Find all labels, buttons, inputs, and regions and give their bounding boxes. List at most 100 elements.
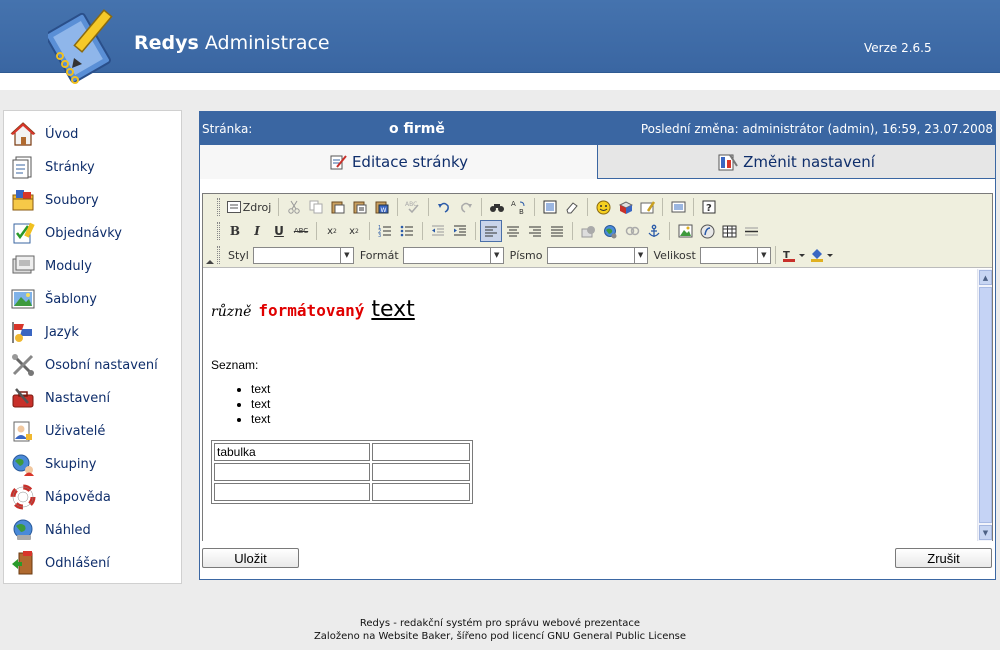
cut-icon[interactable]	[283, 196, 305, 218]
size-select[interactable]: ▼	[699, 246, 771, 264]
toolbar-separator	[397, 198, 398, 216]
about-help-icon[interactable]: ?	[698, 196, 720, 218]
link-icon[interactable]	[577, 220, 599, 242]
align-justify-icon[interactable]	[546, 220, 568, 242]
bullet-list: text text text	[251, 382, 270, 427]
toolbar-row-1: Zdroj W ABC AB ?	[217, 195, 720, 219]
toolbar-collapse-icon[interactable]	[206, 260, 214, 264]
toolbar-separator	[481, 198, 482, 216]
table-cell[interactable]: tabulka	[214, 443, 370, 461]
italic-button[interactable]: I	[246, 220, 268, 242]
list-item: text	[251, 397, 270, 412]
sidebar-item-objednavky[interactable]: Objednávky	[8, 217, 180, 249]
toolbar-row-2: B I U ABC x2 x2 123	[217, 219, 762, 243]
size-label: Velikost	[653, 248, 696, 262]
spellcheck-icon[interactable]: ABC	[402, 196, 424, 218]
remove-format-icon[interactable]	[561, 196, 583, 218]
style-select[interactable]: ▼	[252, 246, 354, 264]
scroll-down-icon[interactable]: ▼	[979, 525, 992, 540]
background-color-icon[interactable]	[808, 244, 836, 266]
tab-change-settings[interactable]: Změnit nastavení	[598, 145, 995, 179]
select-all-icon[interactable]	[539, 196, 561, 218]
sidebar-item-label: Skupiny	[45, 456, 97, 472]
outdent-icon[interactable]	[427, 220, 449, 242]
preview-page-icon[interactable]	[667, 196, 689, 218]
image-icon[interactable]	[674, 220, 696, 242]
table-cell[interactable]	[214, 463, 370, 481]
sidebar-item-skupiny[interactable]: Skupiny	[8, 448, 180, 480]
toolbar-separator	[669, 222, 670, 240]
anchor-icon[interactable]	[643, 220, 665, 242]
main-panel: Stránka: o firmě Poslední změna: adminis…	[199, 111, 996, 580]
table-cell[interactable]	[372, 463, 470, 481]
sidebar-item-osobni-nastaveni[interactable]: Osobní nastavení	[8, 349, 180, 381]
paste-text-icon[interactable]	[349, 196, 371, 218]
svg-text:W: W	[381, 207, 387, 214]
bulleted-list-icon[interactable]	[396, 220, 418, 242]
scroll-up-icon[interactable]: ▲	[979, 270, 992, 285]
sidebar-item-stranky[interactable]: Stránky	[8, 151, 180, 183]
sidebar-item-nastaveni[interactable]: Nastavení	[8, 382, 180, 414]
page-label: Stránka:	[202, 122, 253, 136]
table-cell[interactable]	[214, 483, 370, 501]
style-label: Styl	[228, 248, 249, 262]
svg-text:A: A	[511, 200, 516, 208]
smiley-icon[interactable]	[592, 196, 614, 218]
align-center-icon[interactable]	[502, 220, 524, 242]
save-button[interactable]: Uložit	[202, 548, 299, 568]
flash-icon[interactable]	[696, 220, 718, 242]
underline-button[interactable]: U	[268, 220, 290, 242]
redo-icon[interactable]	[455, 196, 477, 218]
content-table: tabulka	[211, 440, 473, 504]
bold-button[interactable]: B	[224, 220, 246, 242]
sidebar-item-moduly[interactable]: Moduly	[8, 250, 180, 282]
app-title-brand: Redys	[134, 32, 199, 54]
text-color-icon[interactable]: T	[780, 244, 808, 266]
sidebar-item-label: Odhlášení	[45, 555, 110, 571]
subscript-icon[interactable]: x2	[321, 220, 343, 242]
paste-word-icon[interactable]: W	[371, 196, 393, 218]
strikethrough-button[interactable]: ABC	[290, 220, 312, 242]
sidebar-item-nahled[interactable]: Náhled	[8, 514, 180, 546]
pages-icon	[8, 152, 38, 182]
formatted-word-italic: různě	[211, 304, 252, 320]
sidebar-item-uzivatele[interactable]: Uživatelé	[8, 415, 180, 447]
logout-icon	[8, 548, 38, 578]
table-cell[interactable]	[372, 443, 470, 461]
cancel-button[interactable]: Zrušit	[895, 548, 992, 568]
special-char-icon[interactable]	[614, 196, 636, 218]
unlink-icon[interactable]	[599, 220, 621, 242]
format-label: Formát	[359, 248, 399, 262]
align-right-icon[interactable]	[524, 220, 546, 242]
sidebar-item-odhlaseni[interactable]: Odhlášení	[8, 547, 180, 579]
horizontal-rule-icon[interactable]	[740, 220, 762, 242]
align-left-icon[interactable]	[480, 220, 502, 242]
sidebar-item-jazyk[interactable]: Jazyk	[8, 316, 180, 348]
replace-icon[interactable]: AB	[508, 196, 530, 218]
template-icon[interactable]	[636, 196, 658, 218]
copy-icon[interactable]	[305, 196, 327, 218]
toolbar-separator	[475, 222, 476, 240]
sidebar-item-soubory[interactable]: Soubory	[8, 184, 180, 216]
sidebar-item-uvod[interactable]: Úvod	[8, 118, 180, 150]
paste-icon[interactable]	[327, 196, 349, 218]
table-icon[interactable]	[718, 220, 740, 242]
numbered-list-icon[interactable]: 123	[374, 220, 396, 242]
editor-content-area[interactable]: různě formátovaný text Seznam: text text…	[203, 269, 977, 541]
superscript-icon[interactable]: x2	[343, 220, 365, 242]
undo-icon[interactable]	[433, 196, 455, 218]
find-icon[interactable]	[486, 196, 508, 218]
sidebar-item-napoveda[interactable]: Nápověda	[8, 481, 180, 513]
sidebar-item-sablony[interactable]: Šablony	[8, 283, 180, 315]
source-button[interactable]: Zdroj	[224, 196, 274, 218]
files-icon	[8, 185, 38, 215]
link-chain-icon[interactable]	[621, 220, 643, 242]
table-cell[interactable]	[372, 483, 470, 501]
scrollbar-thumb[interactable]	[979, 287, 992, 523]
font-select[interactable]: ▼	[546, 246, 648, 264]
source-label: Zdroj	[242, 200, 272, 214]
editor-scrollbar[interactable]: ▲ ▼	[977, 269, 992, 541]
indent-icon[interactable]	[449, 220, 471, 242]
format-select[interactable]: ▼	[402, 246, 504, 264]
tab-edit-page[interactable]: Editace stránky	[200, 145, 598, 179]
